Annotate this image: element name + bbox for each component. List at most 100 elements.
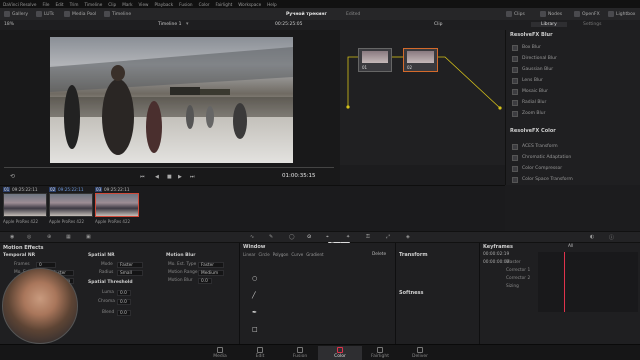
fx-aces-transform[interactable]: ACES Transform xyxy=(512,142,636,151)
info-icon[interactable]: ⓘ xyxy=(609,234,614,241)
menu-fairlight[interactable]: Fairlight xyxy=(216,2,233,7)
blend-field[interactable]: 0.0 xyxy=(117,310,131,316)
menu-color[interactable]: Color xyxy=(199,2,210,7)
media-pool-button[interactable]: Media Pool xyxy=(64,10,96,18)
square-window-icon[interactable]: □ xyxy=(252,326,258,333)
mode-select[interactable]: Faster xyxy=(117,262,143,268)
camera-raw-icon[interactable]: ◉ xyxy=(10,234,14,240)
chroma-field[interactable]: 0.0 xyxy=(117,299,131,305)
motion-effects-icon[interactable]: ▣ xyxy=(86,234,91,240)
chevron-down-icon[interactable]: ▾ xyxy=(186,21,189,27)
tool-gradient[interactable]: Gradient xyxy=(306,252,323,257)
skip-back-icon[interactable]: ⏮ xyxy=(140,174,145,180)
sizing-icon[interactable]: ⤢ xyxy=(386,234,390,240)
page-fairlight[interactable]: Fairlight xyxy=(358,346,402,360)
curves-icon[interactable]: ∿ xyxy=(250,234,254,240)
blur-icon[interactable]: ✦ xyxy=(346,234,350,240)
menu-fusion[interactable]: Fusion xyxy=(179,2,192,7)
fx-chromatic-adaptation[interactable]: Chromatic Adaptation xyxy=(512,153,636,162)
menu-playback[interactable]: Playback xyxy=(154,2,173,7)
zoom-level[interactable]: 18% xyxy=(4,22,14,27)
3d-icon[interactable]: ◈ xyxy=(406,234,410,240)
qualifier-icon[interactable]: ✎ xyxy=(269,234,273,240)
timeline-selector[interactable]: Timeline 1 xyxy=(158,22,181,27)
fx-zoom-blur[interactable]: Zoom Blur xyxy=(512,109,636,118)
circle-window-icon[interactable]: ○ xyxy=(252,275,257,282)
tracker-icon[interactable]: ⊙ xyxy=(307,234,311,240)
window-icon[interactable]: ◯ xyxy=(289,234,295,240)
node-editor[interactable]: 01 02 xyxy=(340,30,505,165)
tool-linear[interactable]: Linear xyxy=(243,252,255,257)
clip-thumbnail-1[interactable] xyxy=(3,193,47,217)
radius-select[interactable]: Small xyxy=(117,270,143,276)
menu-app[interactable]: DaVinci Resolve xyxy=(3,2,36,7)
menu-view[interactable]: View xyxy=(139,2,149,7)
play-reverse-icon[interactable]: ◀ xyxy=(155,174,159,180)
scopes-icon[interactable]: ◐ xyxy=(590,234,594,240)
pen-window-icon[interactable]: ✒ xyxy=(252,309,257,316)
skip-forward-icon[interactable]: ⏭ xyxy=(190,174,195,180)
fx-lens-blur[interactable]: Lens Blur xyxy=(512,76,636,85)
lightbox-button[interactable]: Lightbox xyxy=(608,10,635,18)
fx-box-blur[interactable]: Box Blur xyxy=(512,43,636,52)
menu-timeline[interactable]: Timeline xyxy=(84,2,102,7)
linear-window-icon[interactable]: ╱ xyxy=(252,292,256,299)
mb-range-select[interactable]: Medium xyxy=(198,270,224,276)
nodes-button[interactable]: Nodes xyxy=(540,10,562,18)
luts-button[interactable]: LUTs xyxy=(36,10,54,18)
clips-button[interactable]: Clips xyxy=(506,10,525,18)
fx-radial-blur[interactable]: Radial Blur xyxy=(512,98,636,107)
rgb-mixer-icon[interactable]: ▦ xyxy=(66,234,71,240)
tab-settings[interactable]: Settings xyxy=(583,22,601,27)
openfx-button[interactable]: OpenFX xyxy=(574,10,600,18)
node-01[interactable]: 01 xyxy=(358,48,392,72)
fx-mosaic-blur[interactable]: Mosaic Blur xyxy=(512,87,636,96)
playhead[interactable] xyxy=(564,252,565,312)
gallery-button[interactable]: Gallery xyxy=(4,10,28,18)
loop-icon[interactable]: ⟲ xyxy=(10,173,15,180)
clip-thumbnail-2[interactable] xyxy=(49,193,93,217)
menu-workspace[interactable]: Workspace xyxy=(238,2,261,7)
track-corrector-1[interactable]: Corrector 1 xyxy=(506,268,530,273)
keyframe-timeline[interactable] xyxy=(538,252,638,312)
fx-color-compressor[interactable]: Color Compressor xyxy=(512,164,636,173)
color-wheels-icon[interactable]: ⊕ xyxy=(47,234,51,240)
luma-field[interactable]: 0.0 xyxy=(117,290,131,296)
timeline-button[interactable]: Timeline xyxy=(104,10,131,18)
color-match-icon[interactable]: ◎ xyxy=(27,234,31,240)
mb-blur-field[interactable]: 0.0 xyxy=(198,278,212,284)
video-frame[interactable] xyxy=(50,37,293,163)
node-02[interactable]: 02 xyxy=(403,48,438,72)
fx-color-space-transform[interactable]: Color Space Transform xyxy=(512,175,636,184)
play-icon[interactable]: ▶ xyxy=(178,174,182,180)
page-edit[interactable]: Edit xyxy=(238,346,282,360)
menu-clip[interactable]: Clip xyxy=(108,2,116,7)
page-color[interactable]: Color xyxy=(318,346,362,360)
tool-circle[interactable]: Circle xyxy=(258,252,269,257)
delete-button[interactable]: Delete xyxy=(372,252,386,257)
clip-thumbnail-3[interactable] xyxy=(95,193,139,217)
page-media[interactable]: Media xyxy=(198,346,242,360)
menu-help[interactable]: Help xyxy=(267,2,277,7)
magic-mask-icon[interactable]: ⌖ xyxy=(326,234,329,240)
page-fusion[interactable]: Fusion xyxy=(278,346,322,360)
tab-library[interactable]: Library xyxy=(531,22,567,27)
track-sizing[interactable]: Sizing xyxy=(506,284,519,289)
key-icon[interactable]: ⚿ xyxy=(366,234,370,240)
stop-icon[interactable]: ■ xyxy=(167,174,172,180)
node-mode-selector[interactable]: Clip xyxy=(434,22,443,27)
scrubber[interactable] xyxy=(4,167,334,168)
menu-mark[interactable]: Mark xyxy=(122,2,132,7)
fx-directional-blur[interactable]: Directional Blur xyxy=(512,54,636,63)
keyframes-filter[interactable]: All xyxy=(568,244,573,249)
tool-curve[interactable]: Curve xyxy=(291,252,303,257)
menu-file[interactable]: File xyxy=(42,2,49,7)
menu-edit[interactable]: Edit xyxy=(55,2,63,7)
track-corrector-2[interactable]: Corrector 2 xyxy=(506,276,530,281)
tool-polygon[interactable]: Polygon xyxy=(273,252,289,257)
menu-trim[interactable]: Trim xyxy=(70,2,79,7)
page-deliver[interactable]: Deliver xyxy=(398,346,442,360)
mb-mo-est-select[interactable]: Faster xyxy=(198,262,224,268)
fx-gaussian-blur[interactable]: Gaussian Blur xyxy=(512,65,636,74)
master-track[interactable]: Master xyxy=(506,260,521,265)
